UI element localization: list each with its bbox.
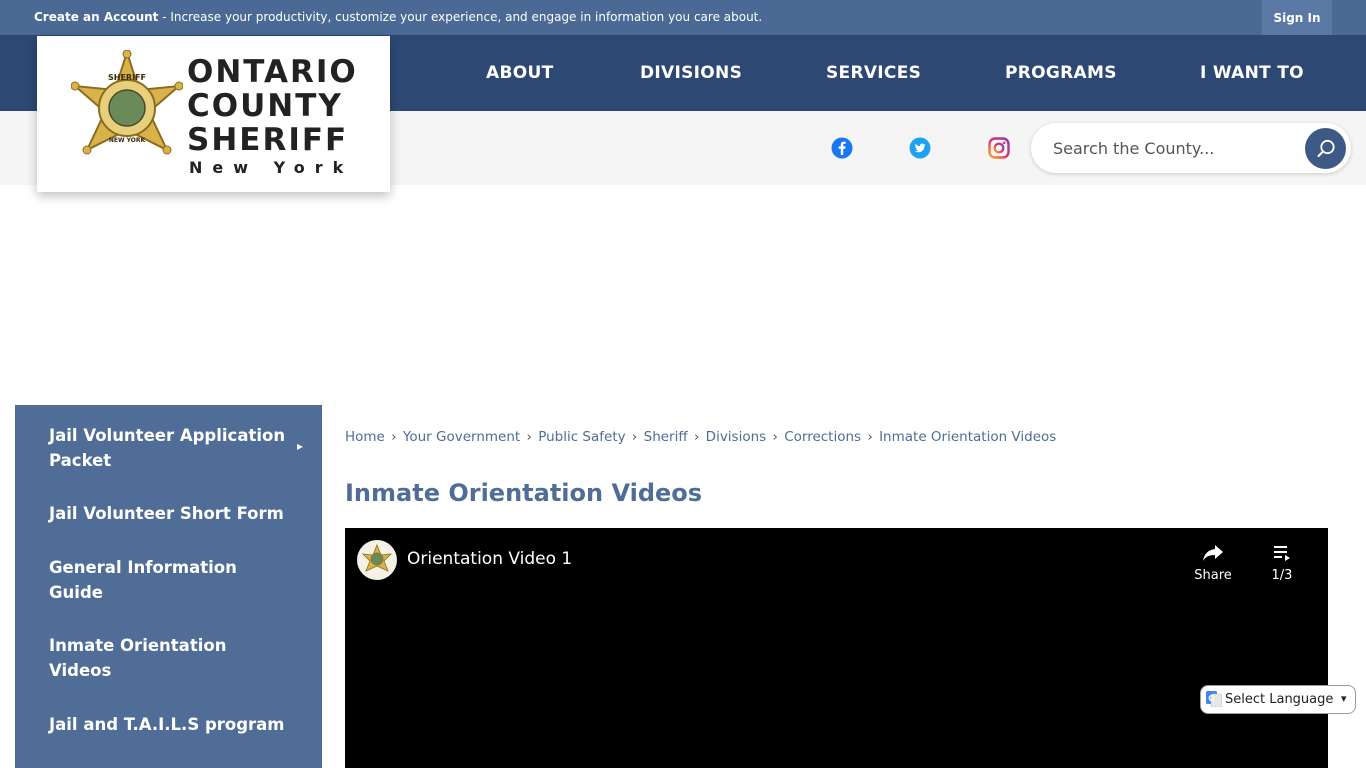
breadcrumb-separator: ›: [693, 429, 700, 445]
breadcrumb-public-safety[interactable]: Public Safety: [538, 429, 625, 445]
svg-text:G: G: [1208, 694, 1215, 703]
site-search: [1031, 123, 1351, 173]
google-translate-icon: G: [1206, 691, 1222, 707]
breadcrumb-separator: ›: [772, 429, 778, 445]
logo-line-ontario: ONTARIO: [187, 54, 358, 90]
search-icon: [1317, 139, 1335, 157]
breadcrumb-current: Inmate Orientation Videos: [879, 429, 1057, 445]
breadcrumb-sheriff[interactable]: Sheriff: [644, 429, 688, 445]
account-promo-text: - Increase your productivity, customize …: [158, 10, 763, 24]
instagram-icon[interactable]: [988, 137, 1010, 159]
channel-avatar[interactable]: [357, 540, 397, 580]
breadcrumb: Home › Your Government › Public Safety ›…: [345, 429, 1056, 445]
utility-bar: Create an Account - Increase your produc…: [0, 0, 1366, 35]
search-button[interactable]: [1305, 128, 1346, 169]
playlist-button[interactable]: 1/3: [1265, 542, 1299, 583]
facebook-icon[interactable]: [831, 137, 853, 159]
create-account-link[interactable]: Create an Account: [34, 10, 158, 24]
playlist-count: 1/3: [1271, 568, 1293, 583]
language-label: Select Language: [1225, 692, 1334, 707]
sidebar-item-jail-volunteer-application-packet[interactable]: Jail Volunteer Application Packet: [49, 423, 289, 473]
account-promo: Create an Account - Increase your produc…: [34, 10, 762, 24]
nav-item-about[interactable]: ABOUT: [486, 35, 553, 111]
sidebar-item-jail-and-tails-program[interactable]: Jail and T.A.I.L.S program: [49, 712, 289, 737]
share-label: Share: [1194, 568, 1232, 583]
logo-line-sheriff: SHERIFF: [187, 122, 349, 158]
nav-item-divisions[interactable]: DIVISIONS: [640, 35, 742, 111]
badge-top-text: SHERIFF: [108, 73, 146, 82]
nav-item-programs[interactable]: PROGRAMS: [1005, 35, 1117, 111]
search-input[interactable]: [1053, 135, 1303, 161]
sidebar-item-jail-volunteer-short-form[interactable]: Jail Volunteer Short Form: [49, 501, 289, 526]
logo-line-new-york: New York: [189, 158, 354, 177]
share-button[interactable]: Share: [1191, 542, 1235, 583]
video-player[interactable]: Orientation Video 1 Share 1/3: [345, 528, 1328, 768]
breadcrumb-separator: ›: [391, 429, 397, 445]
breadcrumb-home[interactable]: Home: [345, 429, 385, 445]
sidebar-item-general-information-guide[interactable]: General Information Guide: [49, 555, 289, 605]
sidebar-nav: Jail Volunteer Application Packet ▸ Jail…: [15, 405, 322, 768]
badge-bottom-text: NEW YORK: [109, 137, 146, 144]
page-title: Inmate Orientation Videos: [345, 479, 703, 507]
share-icon: [1203, 545, 1223, 561]
logo-line-county: COUNTY: [187, 88, 343, 124]
breadcrumb-divisions[interactable]: Divisions: [706, 429, 767, 445]
breadcrumb-your-government[interactable]: Your Government: [403, 429, 520, 445]
breadcrumb-corrections[interactable]: Corrections: [784, 429, 861, 445]
sidebar-item-inmate-orientation-videos[interactable]: Inmate Orientation Videos: [49, 633, 289, 683]
site-logo[interactable]: SHERIFF NEW YORK ONTARIO COUNTY SHERIFF …: [37, 36, 390, 192]
sign-in-button[interactable]: Sign In: [1262, 0, 1332, 35]
video-title[interactable]: Orientation Video 1: [407, 549, 572, 569]
breadcrumb-separator: ›: [867, 429, 873, 445]
chevron-down-icon: ▾: [1341, 692, 1347, 705]
sheriff-badge-icon: [361, 543, 393, 572]
nav-item-services[interactable]: SERVICES: [826, 35, 921, 111]
submenu-arrow-icon[interactable]: ▸: [297, 439, 303, 453]
language-select[interactable]: G Select Language ▾: [1200, 685, 1356, 714]
nav-item-i-want-to[interactable]: I WANT TO: [1200, 35, 1304, 111]
breadcrumb-separator: ›: [631, 429, 638, 445]
playlist-icon: [1274, 546, 1290, 561]
breadcrumb-separator: ›: [526, 429, 532, 445]
sheriff-badge-icon: SHERIFF NEW YORK: [71, 50, 183, 155]
twitter-icon[interactable]: [909, 137, 931, 159]
